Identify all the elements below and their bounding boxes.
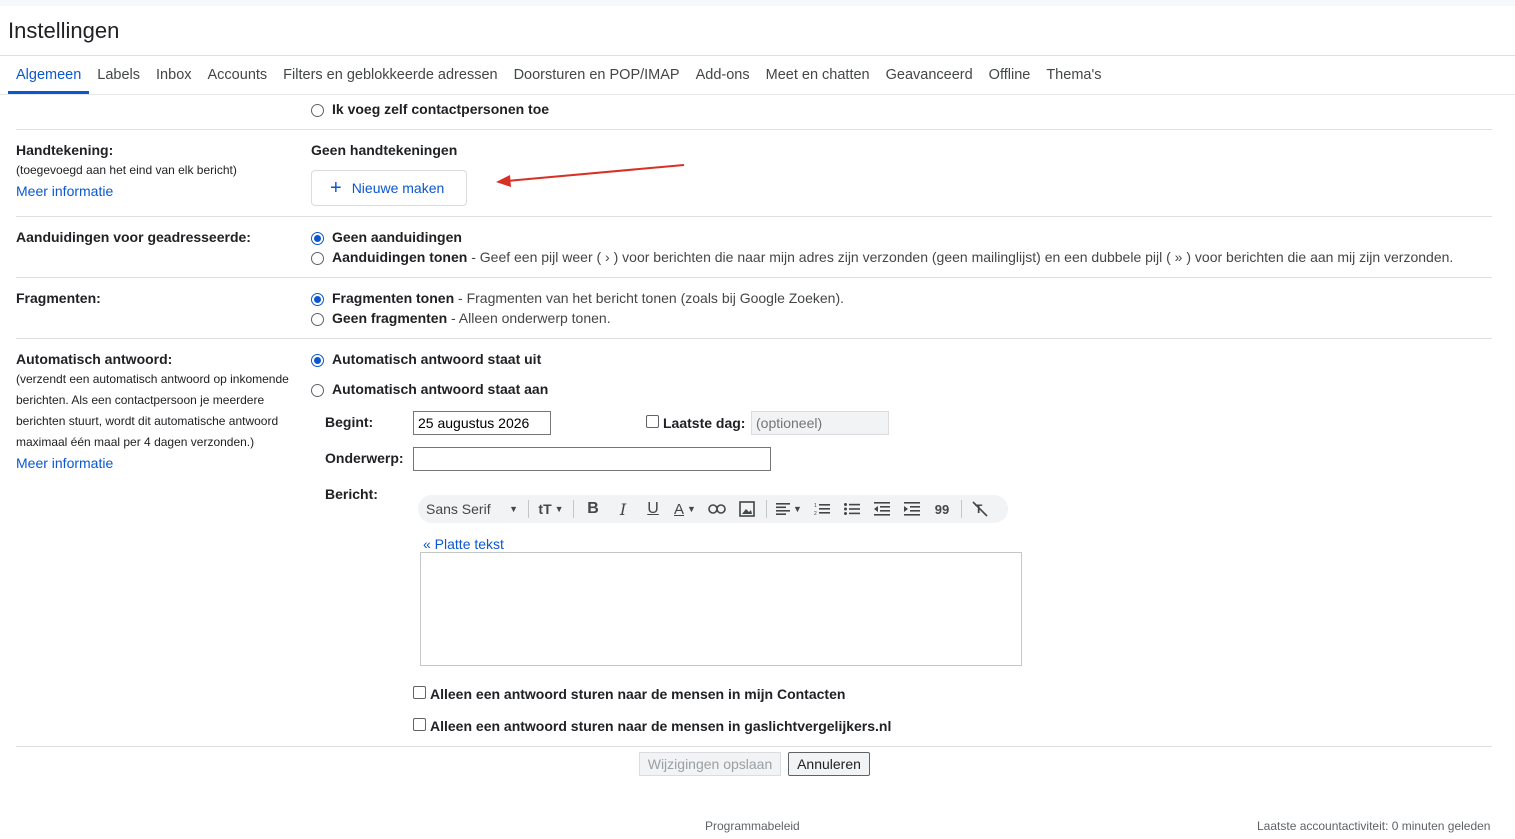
radio-autoreply-on[interactable] — [311, 384, 324, 397]
message-editor[interactable] — [420, 552, 1022, 666]
radio-no-snippets[interactable] — [311, 313, 324, 326]
row-divider — [16, 129, 1492, 130]
bulleted-list-icon[interactable] — [837, 495, 867, 523]
message-label: Bericht: — [325, 486, 378, 502]
radio-no-indicators[interactable] — [311, 232, 324, 245]
program-policy-link[interactable]: Programmabeleid — [705, 819, 800, 833]
row-divider — [16, 216, 1492, 217]
subject-input[interactable] — [413, 447, 771, 471]
snippets-label: Fragmenten: — [16, 290, 101, 306]
underline-icon[interactable]: U — [638, 495, 668, 523]
start-date-input[interactable] — [413, 411, 551, 435]
tab-themes[interactable]: Thema's — [1038, 56, 1109, 94]
option-manual-contacts: Ik voeg zelf contactpersonen toe — [332, 101, 550, 117]
red-arrow-annotation — [496, 164, 685, 187]
remove-formatting-icon[interactable]: T — [966, 495, 994, 523]
contacts-only-checkbox[interactable] — [413, 686, 426, 699]
subject-label: Onderwerp: — [325, 450, 404, 466]
cancel-button[interactable]: Annuleren — [788, 752, 870, 776]
top-strip — [0, 0, 1515, 6]
new-signature-label: Nieuwe maken — [351, 180, 445, 196]
indent-more-icon[interactable] — [897, 495, 927, 523]
contacts-only-label: Alleen een antwoord sturen naar de mense… — [430, 686, 846, 702]
row-divider — [16, 277, 1492, 278]
bold-icon[interactable]: B — [578, 495, 608, 523]
text-size-icon[interactable]: tT ▼ — [533, 495, 569, 523]
tab-addons[interactable]: Add-ons — [688, 56, 758, 94]
radio-manual-contacts[interactable] — [311, 104, 324, 117]
row-divider — [16, 338, 1492, 339]
autoreply-more-info-link[interactable]: Meer informatie — [16, 455, 113, 471]
link-icon[interactable] — [702, 495, 732, 523]
numbered-list-icon[interactable]: 12 — [807, 495, 837, 523]
indicators-label: Aanduidingen voor geadresseerde: — [16, 229, 251, 245]
autoreply-note-1: (verzendt een automatisch antwoord op in… — [16, 372, 289, 386]
new-signature-button[interactable]: + Nieuwe maken — [311, 170, 467, 206]
row-divider — [16, 746, 1492, 747]
toolbar-separator — [528, 500, 529, 518]
image-icon[interactable] — [732, 495, 762, 523]
tab-labels[interactable]: Labels — [89, 56, 148, 94]
option-autoreply-on: Automatisch antwoord staat aan — [332, 381, 549, 397]
autoreply-note-2: berichten. Als een contactpersoon je mee… — [16, 393, 265, 407]
last-day-input[interactable] — [751, 411, 889, 435]
radio-show-indicators[interactable] — [311, 252, 324, 265]
last-activity-text: Laatste accountactiviteit: 0 minuten gel… — [1257, 819, 1491, 833]
format-toolbar: Sans Serif ▼ tT ▼ B I U A ▼ ▼ 12 99 T — [418, 495, 1008, 523]
radio-autoreply-off[interactable] — [311, 354, 324, 367]
domain-only-label: Alleen een antwoord sturen naar de mense… — [430, 718, 892, 734]
option-no-indicators: Geen aanduidingen — [332, 229, 462, 245]
align-icon[interactable]: ▼ — [771, 495, 807, 523]
settings-tabs: Algemeen Labels Inbox Accounts Filters e… — [8, 56, 1109, 94]
option-show-indicators: Aanduidingen tonen - Geef een pijl weer … — [332, 249, 1454, 265]
toolbar-separator — [961, 500, 962, 518]
option-autoreply-off: Automatisch antwoord staat uit — [332, 351, 542, 367]
quote-icon[interactable]: 99 — [927, 495, 957, 523]
start-label: Begint: — [325, 414, 374, 430]
font-select-label: Sans Serif — [426, 501, 491, 517]
tab-filters[interactable]: Filters en geblokkeerde adressen — [275, 56, 505, 94]
tab-inbox[interactable]: Inbox — [148, 56, 199, 94]
tab-forwarding[interactable]: Doorsturen en POP/IMAP — [506, 56, 688, 94]
svg-text:1: 1 — [814, 503, 817, 509]
page-title: Instellingen — [8, 18, 120, 43]
tab-offline[interactable]: Offline — [981, 56, 1039, 94]
tab-accounts[interactable]: Accounts — [200, 56, 276, 94]
signature-more-info-link[interactable]: Meer informatie — [16, 183, 113, 199]
tabs-divider — [0, 94, 1515, 95]
plus-icon: + — [330, 177, 342, 199]
tab-meet-chat[interactable]: Meet en chatten — [758, 56, 878, 94]
chevron-down-icon: ▼ — [509, 504, 518, 514]
radio-show-snippets[interactable] — [311, 293, 324, 306]
signature-note: (toegevoegd aan het eind van elk bericht… — [16, 163, 237, 177]
tab-advanced[interactable]: Geavanceerd — [878, 56, 981, 94]
option-show-snippets: Fragmenten tonen - Fragmenten van het be… — [332, 290, 844, 306]
toolbar-separator — [766, 500, 767, 518]
indent-less-icon[interactable] — [867, 495, 897, 523]
autoreply-label: Automatisch antwoord: — [16, 351, 173, 367]
plain-text-link[interactable]: « Platte tekst — [423, 536, 504, 552]
last-day-label: Laatste dag: — [663, 415, 746, 431]
text-color-icon[interactable]: A ▼ — [668, 495, 702, 523]
domain-only-checkbox[interactable] — [413, 718, 426, 731]
tab-algemeen[interactable]: Algemeen — [8, 56, 90, 94]
italic-icon[interactable]: I — [608, 495, 638, 523]
save-changes-button[interactable]: Wijzigingen opslaan — [639, 752, 781, 776]
last-day-checkbox[interactable] — [646, 415, 659, 428]
signature-label: Handtekening: — [16, 142, 114, 158]
svg-text:2: 2 — [814, 511, 817, 516]
autoreply-note-4: maximaal één maal per 4 dagen verzonden.… — [16, 435, 255, 449]
autoreply-note-3: berichten stuurt, wordt dit automatische… — [16, 414, 279, 428]
option-no-snippets: Geen fragmenten - Alleen onderwerp tonen… — [332, 310, 611, 326]
signature-status: Geen handtekeningen — [311, 142, 458, 158]
toolbar-separator — [573, 500, 574, 518]
font-select[interactable]: Sans Serif ▼ — [426, 495, 524, 523]
